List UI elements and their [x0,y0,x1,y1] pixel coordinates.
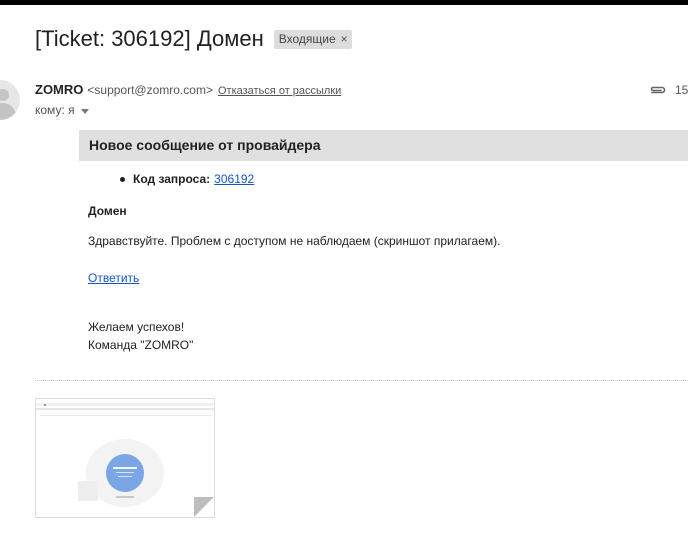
inbox-label-text: Входящие [278,31,336,46]
person-icon-head [0,89,9,101]
remove-label-icon[interactable]: × [341,32,348,46]
attachment-divider [35,380,688,381]
email-subject: [Ticket: 306192] Домен [35,26,264,51]
request-id-label: Код запроса: [133,172,211,186]
thumbnail-circle-line [118,476,132,477]
thumbnail-circle-title [113,467,137,469]
caret-down-icon[interactable] [80,108,89,114]
team-signature: Команда "ZOMRO" [88,338,194,352]
thumbnail-circle [106,454,144,492]
thumbnail-dots [44,404,46,406]
thumbnail-circle-line [116,472,134,473]
message-banner: Новое сообщение от провайдера [79,130,688,161]
inbox-label-chip[interactable]: Входящие × [273,29,352,49]
request-id-item: Код запроса: 306192 [120,172,254,186]
sender-avatar[interactable] [0,80,20,120]
screenshot-attachment-thumbnail[interactable] [35,398,215,518]
thumbnail-toolbar [36,403,214,406]
recipient-row: кому: я [35,103,89,117]
thumbnail-square [78,481,98,501]
unsubscribe-link[interactable]: Отказаться от рассылки [218,85,341,97]
thumbnail-rule [40,415,212,416]
domain-heading: Домен [88,204,127,218]
paperclip-icon [650,86,666,94]
sender-email: <support@zomro.com> [87,83,213,97]
page-fold-icon [195,498,214,517]
thumbnail-tabs [36,408,214,410]
thumbnail-caption [116,496,134,498]
sender-row: ZOMRO <support@zomro.com> Отказаться от … [35,82,341,97]
top-bar [0,0,688,5]
subject-row: [Ticket: 306192] Домен Входящие × [35,26,352,52]
attachment-count: 15 [675,83,688,97]
sender-name[interactable]: ZOMRO [35,82,83,97]
bullet-dot [120,176,125,182]
reply-link[interactable]: Ответить [88,271,139,285]
recipient-text: кому: я [35,103,75,117]
request-id-link[interactable]: 306192 [214,172,254,186]
person-icon-body [0,103,16,120]
closing-text: Желаем успехов! [88,320,185,334]
message-text: Здравствуйте. Проблем с доступом не набл… [88,234,501,248]
